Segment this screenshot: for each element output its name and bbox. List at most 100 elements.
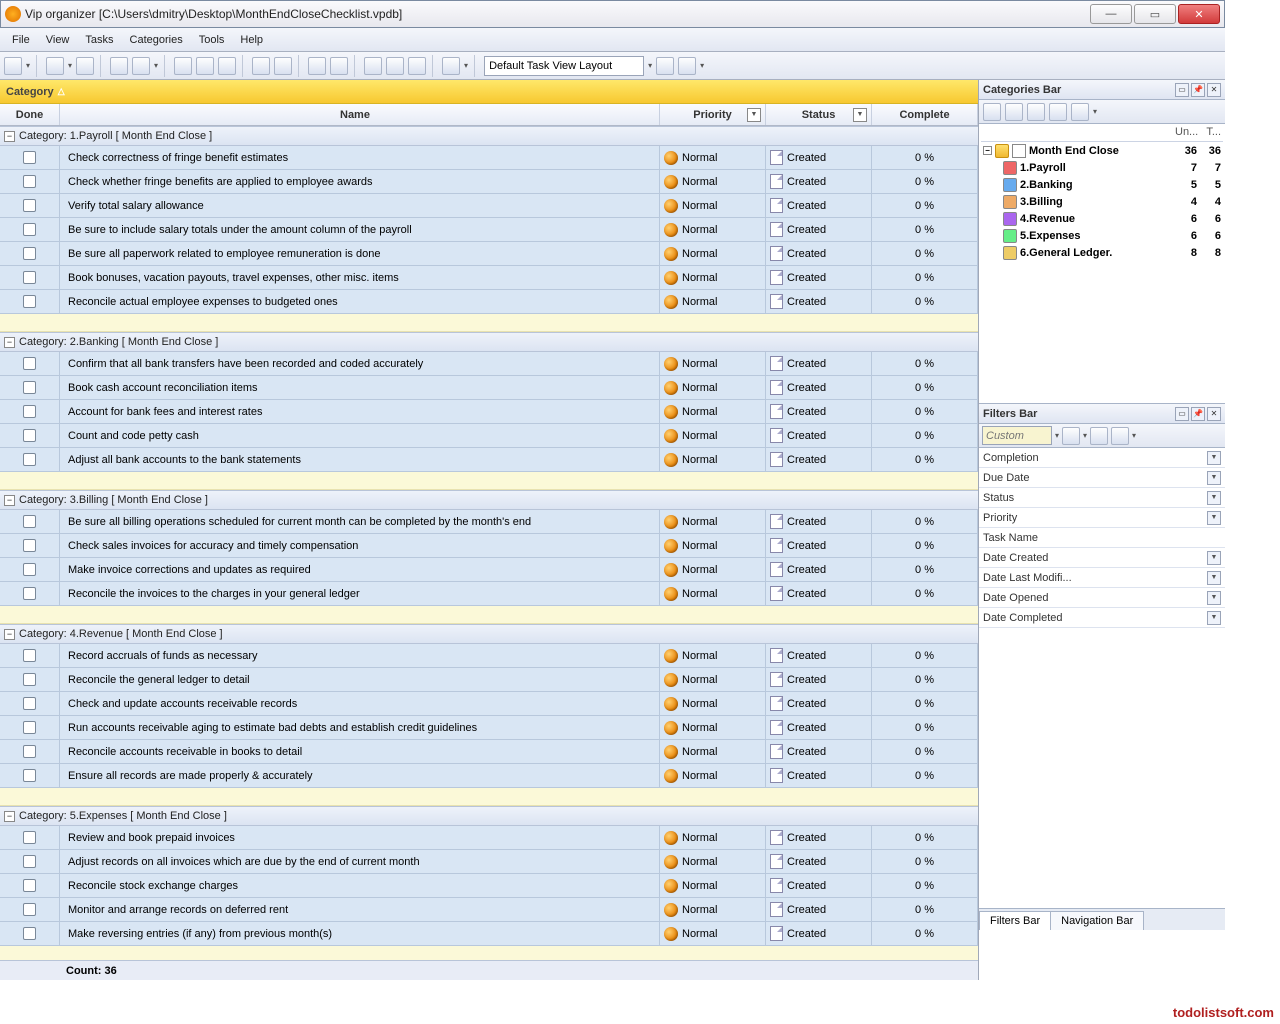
done-checkbox[interactable] <box>23 515 36 528</box>
task-row[interactable]: Book cash account reconciliation itemsNo… <box>0 376 978 400</box>
done-checkbox[interactable] <box>23 563 36 576</box>
filter-row[interactable]: Priority <box>979 508 1225 528</box>
close-button[interactable]: ✕ <box>1178 4 1220 24</box>
done-checkbox[interactable] <box>23 223 36 236</box>
filter-dropdown-icon[interactable] <box>747 108 761 122</box>
panel-pin-icon[interactable]: 📌 <box>1191 407 1205 421</box>
filter-row[interactable]: Due Date <box>979 468 1225 488</box>
task-row[interactable]: Check correctness of fringe benefit esti… <box>0 146 978 170</box>
filter-row[interactable]: Completion <box>979 448 1225 468</box>
filter-dropdown-icon[interactable] <box>1207 491 1221 505</box>
task-row[interactable]: Be sure all paperwork related to employe… <box>0 242 978 266</box>
filter-dropdown-icon[interactable] <box>1207 591 1221 605</box>
done-checkbox[interactable] <box>23 539 36 552</box>
task-row[interactable]: Check sales invoices for accuracy and ti… <box>0 534 978 558</box>
panel-close-icon[interactable]: ✕ <box>1207 83 1221 97</box>
toolbar-button[interactable] <box>386 57 404 75</box>
col-status[interactable]: Status <box>766 104 872 125</box>
filter-row[interactable]: Date Created <box>979 548 1225 568</box>
toolbar-button[interactable] <box>110 57 128 75</box>
done-checkbox[interactable] <box>23 697 36 710</box>
menu-view[interactable]: View <box>38 31 78 49</box>
done-checkbox[interactable] <box>23 381 36 394</box>
panel-pin-icon[interactable]: 📌 <box>1191 83 1205 97</box>
menu-help[interactable]: Help <box>232 31 271 49</box>
task-row[interactable]: Reconcile actual employee expenses to bu… <box>0 290 978 314</box>
filter-dropdown-icon[interactable] <box>853 108 867 122</box>
task-row[interactable]: Ensure all records are made properly & a… <box>0 764 978 788</box>
toolbar-button[interactable] <box>678 57 696 75</box>
done-checkbox[interactable] <box>23 769 36 782</box>
task-row[interactable]: Adjust all bank accounts to the bank sta… <box>0 448 978 472</box>
filter-dropdown-icon[interactable] <box>1207 571 1221 585</box>
col-complete[interactable]: Complete <box>872 104 978 125</box>
menu-tasks[interactable]: Tasks <box>77 31 121 49</box>
task-row[interactable]: Make invoice corrections and updates as … <box>0 558 978 582</box>
done-checkbox[interactable] <box>23 175 36 188</box>
done-checkbox[interactable] <box>23 429 36 442</box>
task-row[interactable]: Check and update accounts receivable rec… <box>0 692 978 716</box>
filter-preset-selector[interactable] <box>982 426 1052 445</box>
cat-tool-button[interactable] <box>983 103 1001 121</box>
toolbar-button[interactable] <box>174 57 192 75</box>
task-row[interactable]: Adjust records on all invoices which are… <box>0 850 978 874</box>
task-row[interactable]: Make reversing entries (if any) from pre… <box>0 922 978 946</box>
cat-tool-button[interactable] <box>1005 103 1023 121</box>
menu-file[interactable]: File <box>4 31 38 49</box>
done-checkbox[interactable] <box>23 453 36 466</box>
collapse-icon[interactable]: − <box>4 811 15 822</box>
done-checkbox[interactable] <box>23 649 36 662</box>
toolbar-button[interactable] <box>218 57 236 75</box>
filter-dropdown-icon[interactable] <box>1207 511 1221 525</box>
done-checkbox[interactable] <box>23 673 36 686</box>
tree-item[interactable]: 6.General Ledger.88 <box>981 244 1223 261</box>
task-row[interactable]: Check whether fringe benefits are applie… <box>0 170 978 194</box>
toolbar-button[interactable] <box>274 57 292 75</box>
done-checkbox[interactable] <box>23 295 36 308</box>
task-row[interactable]: Reconcile accounts receivable in books t… <box>0 740 978 764</box>
filter-row[interactable]: Date Completed <box>979 608 1225 628</box>
collapse-icon[interactable]: − <box>4 495 15 506</box>
filter-dropdown-icon[interactable] <box>1207 611 1221 625</box>
toolbar-button[interactable] <box>252 57 270 75</box>
category-row[interactable]: −Category: 5.Expenses [ Month End Close … <box>0 806 978 826</box>
filter-tool-button[interactable] <box>1111 427 1129 445</box>
task-row[interactable]: Be sure all billing operations scheduled… <box>0 510 978 534</box>
toolbar-button[interactable] <box>442 57 460 75</box>
filter-tool-button[interactable] <box>1090 427 1108 445</box>
task-row[interactable]: Reconcile the invoices to the charges in… <box>0 582 978 606</box>
done-checkbox[interactable] <box>23 831 36 844</box>
toolbar-button[interactable] <box>132 57 150 75</box>
col-done[interactable]: Done <box>0 104 60 125</box>
filter-tool-button[interactable] <box>1062 427 1080 445</box>
filter-dropdown-icon[interactable] <box>1207 551 1221 565</box>
filter-row[interactable]: Task Name <box>979 528 1225 548</box>
tree-item[interactable]: 3.Billing44 <box>981 193 1223 210</box>
col-priority[interactable]: Priority <box>660 104 766 125</box>
done-checkbox[interactable] <box>23 587 36 600</box>
panel-button[interactable]: ▭ <box>1175 407 1189 421</box>
menu-tools[interactable]: Tools <box>191 31 233 49</box>
minimize-button[interactable]: — <box>1090 4 1132 24</box>
task-row[interactable]: Monitor and arrange records on deferred … <box>0 898 978 922</box>
panel-button[interactable]: ▭ <box>1175 83 1189 97</box>
collapse-icon[interactable]: − <box>4 337 15 348</box>
done-checkbox[interactable] <box>23 357 36 370</box>
toolbar-button[interactable] <box>330 57 348 75</box>
tree-root[interactable]: − Month End Close 3636 <box>981 142 1223 159</box>
task-row[interactable]: Record accruals of funds as necessaryNor… <box>0 644 978 668</box>
menu-categories[interactable]: Categories <box>122 31 191 49</box>
done-checkbox[interactable] <box>23 247 36 260</box>
task-row[interactable]: Be sure to include salary totals under t… <box>0 218 978 242</box>
toolbar-button[interactable] <box>4 57 22 75</box>
toolbar-button[interactable] <box>76 57 94 75</box>
task-row[interactable]: Reconcile the general ledger to detailNo… <box>0 668 978 692</box>
panel-close-icon[interactable]: ✕ <box>1207 407 1221 421</box>
col-name[interactable]: Name <box>60 104 660 125</box>
task-row[interactable]: Count and code petty cashNormalCreated0 … <box>0 424 978 448</box>
category-row[interactable]: −Category: 3.Billing [ Month End Close ] <box>0 490 978 510</box>
filter-row[interactable]: Status <box>979 488 1225 508</box>
task-row[interactable]: Book bonuses, vacation payouts, travel e… <box>0 266 978 290</box>
toolbar-button[interactable] <box>656 57 674 75</box>
toolbar-button[interactable] <box>196 57 214 75</box>
